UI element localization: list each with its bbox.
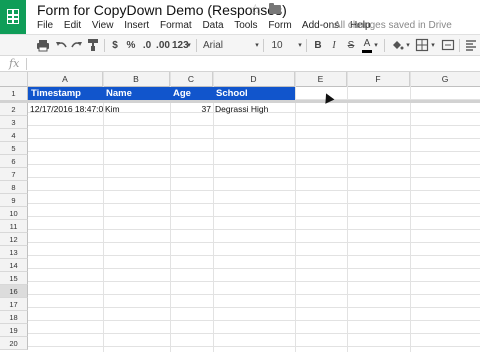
select-all-corner[interactable] — [0, 72, 28, 87]
text-color-chevron-down-icon[interactable]: ▾ — [373, 38, 379, 53]
menu-bar: File Edit View Insert Format Data Tools … — [37, 20, 379, 32]
row-header-17[interactable]: 17 — [0, 298, 28, 311]
column-header-c[interactable]: C — [170, 72, 213, 87]
cell-b2[interactable]: Kim — [103, 103, 170, 116]
save-status: All changes saved in Drive — [334, 20, 452, 31]
row-header-14[interactable]: 14 — [0, 259, 28, 272]
row-header-9[interactable]: 9 — [0, 194, 28, 207]
menu-data[interactable]: Data — [202, 20, 223, 31]
row-header-1[interactable]: 1 — [0, 87, 28, 101]
star-icon[interactable]: ☆ — [249, 1, 262, 18]
increase-decimal-button[interactable]: .00 — [155, 38, 171, 53]
currency-format-button[interactable]: $ — [110, 38, 120, 53]
paint-format-icon[interactable] — [86, 38, 100, 53]
font-size-select[interactable]: 10 — [271, 38, 283, 53]
text-color-button[interactable]: A — [362, 38, 372, 53]
row-header-5[interactable]: 5 — [0, 142, 28, 155]
menu-tools[interactable]: Tools — [234, 20, 257, 31]
row-header-4[interactable]: 4 — [0, 129, 28, 142]
column-header-d[interactable]: D — [213, 72, 295, 87]
row-header-8[interactable]: 8 — [0, 181, 28, 194]
column-header-e[interactable]: E — [295, 72, 347, 87]
menu-insert[interactable]: Insert — [124, 20, 149, 31]
app-header: Form for CopyDown Demo (Responses) ☆ Fil… — [0, 0, 480, 34]
row-header-13[interactable]: 13 — [0, 246, 28, 259]
align-icon[interactable] — [464, 38, 478, 53]
row-header-7[interactable]: 7 — [0, 168, 28, 181]
column-header-a[interactable]: A — [28, 72, 103, 87]
borders-icon[interactable] — [415, 38, 429, 53]
merge-cells-icon[interactable] — [441, 38, 455, 53]
toolbar: $ % .0 .00 123 ▾ Arial ▾ 10 ▾ B I S A ▾ … — [0, 34, 480, 56]
cell-c1[interactable]: Age — [170, 87, 213, 101]
row-header-16[interactable]: 16 — [0, 285, 28, 298]
fx-icon: fx — [9, 57, 20, 70]
font-chevron-down-icon[interactable]: ▾ — [254, 38, 260, 53]
column-header-f[interactable]: F — [347, 72, 410, 87]
formula-input[interactable] — [32, 58, 472, 70]
menu-edit[interactable]: Edit — [64, 20, 81, 31]
row-header-19[interactable]: 19 — [0, 324, 28, 337]
cell-b1[interactable]: Name — [103, 87, 170, 101]
row-header-12[interactable]: 12 — [0, 233, 28, 246]
sheets-logo-icon[interactable] — [0, 0, 26, 34]
menu-form[interactable]: Form — [268, 20, 291, 31]
column-header-b[interactable]: B — [103, 72, 170, 87]
cell-c2[interactable]: 37 — [170, 103, 213, 116]
bold-button[interactable]: B — [313, 38, 323, 53]
font-size-chevron-down-icon[interactable]: ▾ — [297, 38, 303, 53]
row-header-15[interactable]: 15 — [0, 272, 28, 285]
fill-color-icon[interactable] — [390, 38, 404, 53]
menu-file[interactable]: File — [37, 20, 53, 31]
row-header-10[interactable]: 10 — [0, 207, 28, 220]
menu-view[interactable]: View — [92, 20, 114, 31]
row-header-18[interactable]: 18 — [0, 311, 28, 324]
redo-icon[interactable] — [70, 39, 84, 54]
italic-button[interactable]: I — [330, 38, 338, 53]
row-header-11[interactable]: 11 — [0, 220, 28, 233]
decrease-decimal-button[interactable]: .0 — [140, 38, 154, 53]
borders-chevron-down-icon[interactable]: ▾ — [430, 38, 436, 53]
undo-icon[interactable] — [54, 39, 68, 54]
fill-color-chevron-down-icon[interactable]: ▾ — [405, 38, 411, 53]
cell-grid[interactable] — [28, 87, 480, 352]
font-family-select[interactable]: Arial — [203, 38, 233, 53]
print-icon[interactable] — [36, 39, 50, 54]
cell-a2[interactable]: 12/17/2016 18:47:0 — [28, 103, 103, 116]
cell-d1[interactable]: School — [213, 87, 295, 101]
folder-icon[interactable] — [269, 3, 281, 14]
more-formats-chevron-down-icon[interactable]: ▾ — [186, 38, 192, 53]
cell-a1[interactable]: Timestamp — [28, 87, 103, 101]
percent-format-button[interactable]: % — [125, 38, 137, 53]
strikethrough-button[interactable]: S — [346, 38, 356, 53]
menu-format[interactable]: Format — [160, 20, 192, 31]
column-header-g[interactable]: G — [410, 72, 480, 87]
row-header-3[interactable]: 3 — [0, 116, 28, 129]
cell-d2[interactable]: Degrassi High — [213, 103, 295, 116]
more-formats-button[interactable]: 123 — [172, 38, 189, 53]
row-header-6[interactable]: 6 — [0, 155, 28, 168]
row-header-20[interactable]: 20 — [0, 337, 28, 350]
row-header-2[interactable]: 2 — [0, 103, 28, 116]
formula-bar: fx — [0, 56, 480, 72]
